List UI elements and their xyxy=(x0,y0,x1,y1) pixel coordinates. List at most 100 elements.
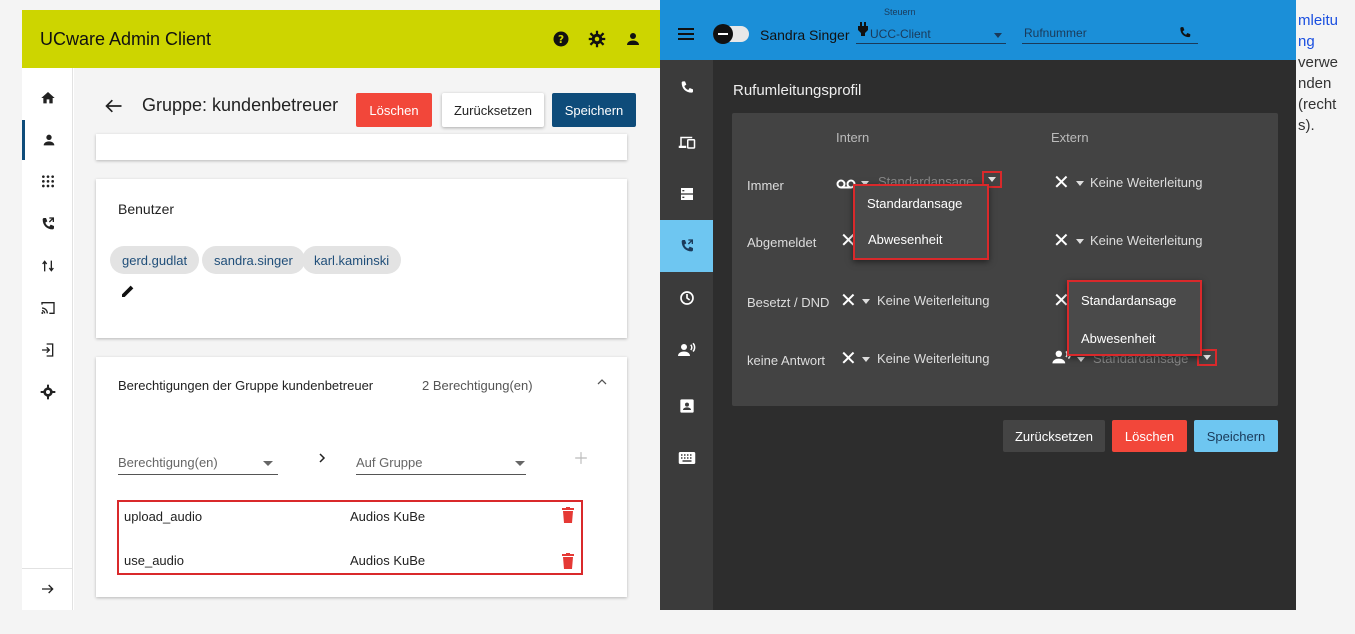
intern-value[interactable]: Keine Weiterleitung xyxy=(877,351,990,366)
delete-button[interactable]: Löschen xyxy=(356,93,432,127)
nav-settings[interactable] xyxy=(22,372,73,412)
users-title: Benutzer xyxy=(118,201,175,217)
minus-circle-icon xyxy=(713,24,733,44)
nav-storage[interactable] xyxy=(660,170,713,218)
users-card: Benutzer gerd.gudlat sandra.singer karl.… xyxy=(96,179,627,338)
row-label: Abgemeldet xyxy=(747,235,817,250)
home-icon xyxy=(40,92,55,104)
nav-expand[interactable] xyxy=(22,568,73,608)
cast-icon xyxy=(40,302,55,314)
intern-value[interactable]: Keine Weiterleitung xyxy=(877,293,990,308)
chevron-down-icon xyxy=(263,461,273,466)
nav-login[interactable] xyxy=(22,330,73,370)
permission-select-placeholder: Berechtigung(en) xyxy=(118,455,218,470)
nav-sort[interactable] xyxy=(22,246,73,286)
chevron-down-icon xyxy=(988,177,996,182)
client-main: Rufumleitungsprofil Intern Extern Immer … xyxy=(713,60,1296,610)
permissions-card: Berechtigungen der Gruppe kundenbetreuer… xyxy=(96,357,627,597)
table-row: upload_audio Audios KuBe xyxy=(119,502,581,536)
trash-icon[interactable] xyxy=(562,553,574,574)
help-icon[interactable]: ? xyxy=(552,30,570,48)
steuern-label: Steuern xyxy=(884,7,916,17)
group-select-placeholder: Auf Gruppe xyxy=(356,455,423,470)
delete-button[interactable]: Löschen xyxy=(1112,420,1187,452)
extern-value[interactable]: Keine Weiterleitung xyxy=(1090,233,1203,248)
nav-time[interactable] xyxy=(660,274,713,322)
permission-group: Audios KuBe xyxy=(350,553,426,568)
admin-header: UCware Admin Client ? xyxy=(22,10,660,68)
side-text-line: nden xyxy=(1298,75,1332,92)
add-plus-icon[interactable] xyxy=(574,451,588,470)
nav-dialpad[interactable] xyxy=(22,162,73,202)
nav-phone[interactable] xyxy=(660,64,713,112)
account-icon[interactable] xyxy=(624,30,642,48)
save-button[interactable]: Speichern xyxy=(552,93,636,127)
chevron-down-icon xyxy=(1203,355,1211,360)
settings-icon[interactable] xyxy=(588,30,606,48)
client-header: Sandra Singer Steuern UCC-Client Rufnumm… xyxy=(660,0,1296,60)
side-text: mleitu ng verwe nden (recht s). xyxy=(1298,10,1355,136)
swap-vert-icon xyxy=(41,260,54,272)
phone-icon xyxy=(681,81,693,93)
phone-underline xyxy=(1022,43,1198,44)
permission-group: Audios KuBe xyxy=(350,509,426,524)
chevron-up-icon[interactable] xyxy=(596,375,608,393)
menu-item[interactable]: Abwesenheit xyxy=(868,232,942,247)
permission-name: use_audio xyxy=(124,553,184,568)
nav-forwarding[interactable] xyxy=(660,220,713,272)
app-title: UCware Admin Client xyxy=(40,28,212,49)
edit-pencil-icon[interactable] xyxy=(120,283,136,304)
column-intern: Intern xyxy=(836,130,870,145)
side-link-line[interactable]: ng xyxy=(1298,31,1355,52)
close-icon: ✕ xyxy=(840,290,857,312)
forwarding-profile-card: Intern Extern Immer Standardansage ✕ Kei… xyxy=(732,113,1278,406)
extern-value[interactable]: Keine Weiterleitung xyxy=(1090,175,1203,190)
user-chip[interactable]: karl.kaminski xyxy=(302,246,402,274)
keyboard-icon xyxy=(678,452,695,464)
side-text-line: s). xyxy=(1298,117,1315,134)
chevron-down-icon xyxy=(862,299,870,304)
nav-announcements[interactable] xyxy=(660,326,713,374)
devices-icon xyxy=(678,136,695,149)
side-link-line[interactable]: mleitu xyxy=(1298,10,1355,31)
chevron-down-icon xyxy=(515,461,525,466)
presence-toggle[interactable] xyxy=(713,24,749,44)
save-button[interactable]: Speichern xyxy=(1194,420,1278,452)
clock-icon xyxy=(679,291,694,305)
side-text-line: (recht xyxy=(1298,96,1337,113)
nav-contacts[interactable] xyxy=(660,382,713,430)
trash-icon[interactable] xyxy=(562,507,574,528)
login-icon xyxy=(41,343,53,357)
user-chip[interactable]: gerd.gudlat xyxy=(110,246,200,274)
card-top-partial xyxy=(96,134,627,160)
chevron-down-icon xyxy=(1077,357,1085,362)
dropdown-menu: Standardansage Abwesenheit xyxy=(1067,280,1202,356)
group-select-underline xyxy=(356,474,526,475)
reset-button[interactable]: Zurücksetzen xyxy=(442,93,544,127)
dialpad-icon xyxy=(41,175,54,188)
page-title: Gruppe: kundenbetreuer xyxy=(142,95,339,115)
nav-cast[interactable] xyxy=(22,288,73,328)
arrow-right-icon xyxy=(316,451,328,470)
admin-client-window: UCware Admin Client ? Gruppe: kundenbetr… xyxy=(22,10,660,610)
menu-item[interactable]: Abwesenheit xyxy=(1081,331,1155,346)
chevron-down-icon xyxy=(1076,239,1084,244)
voice-icon xyxy=(677,342,695,356)
nav-home[interactable] xyxy=(22,78,73,118)
chevron-down-icon xyxy=(862,357,870,362)
nav-users[interactable] xyxy=(22,120,73,160)
arrow-right-icon xyxy=(41,584,54,593)
side-text-line: verwe xyxy=(1298,54,1339,71)
nav-devices[interactable] xyxy=(660,118,713,166)
menu-item[interactable]: Standardansage xyxy=(867,196,962,211)
menu-item[interactable]: Standardansage xyxy=(1081,293,1176,308)
nav-keyboard[interactable] xyxy=(660,434,713,482)
nav-forwarding[interactable] xyxy=(22,204,73,244)
svg-text:?: ? xyxy=(558,34,564,46)
back-arrow-icon[interactable] xyxy=(104,96,124,116)
user-chip[interactable]: sandra.singer xyxy=(202,246,305,274)
reset-button[interactable]: Zurücksetzen xyxy=(1003,420,1105,452)
menu-icon[interactable] xyxy=(678,27,694,46)
table-row: use_audio Audios KuBe xyxy=(119,546,581,576)
close-icon: ✕ xyxy=(1053,230,1070,252)
